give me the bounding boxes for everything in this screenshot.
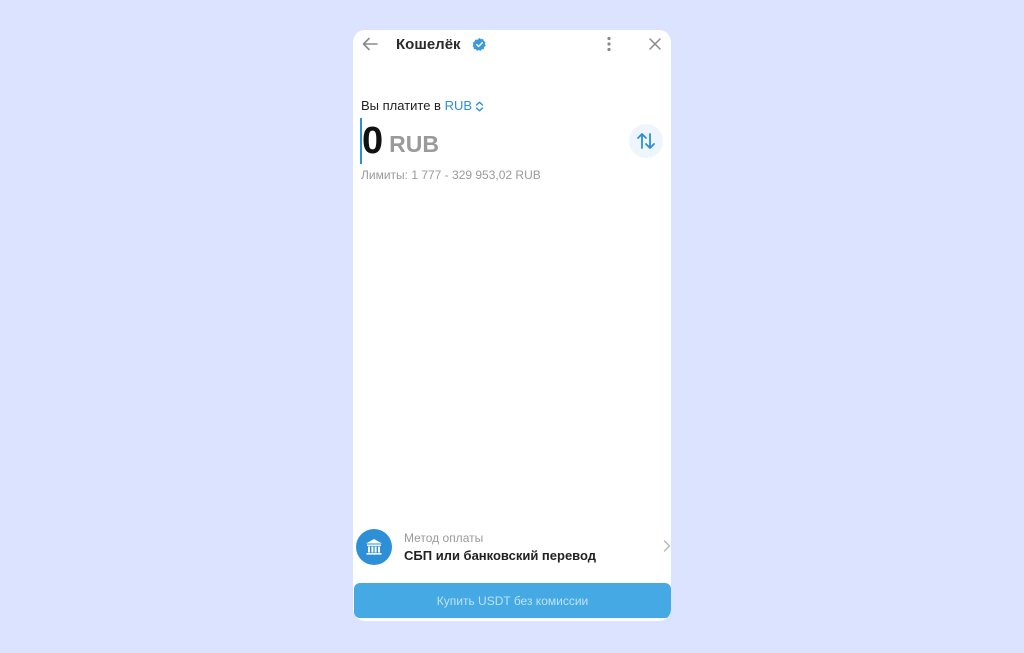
more-vertical-icon <box>607 36 611 52</box>
chevron-up-down-icon <box>475 101 484 112</box>
payment-method-label: Метод оплаты <box>404 531 484 545</box>
swap-arrows-icon <box>637 133 655 149</box>
amount-currency: RUB <box>389 131 439 157</box>
close-icon <box>649 38 661 50</box>
close-button[interactable] <box>647 36 663 52</box>
back-button[interactable] <box>361 35 379 53</box>
wallet-window: Кошелёк Вы платите в RUB 0 RUB Лимиты: 1… <box>353 30 671 621</box>
text-cursor <box>360 118 362 164</box>
arrow-left-icon <box>362 37 378 51</box>
bank-icon <box>356 529 392 565</box>
payment-method-value: СБП или банковский перевод <box>404 548 597 563</box>
payment-method-row[interactable]: Метод оплаты СБП или банковский перевод <box>353 525 671 571</box>
header: Кошелёк <box>353 30 671 60</box>
buy-usdt-button[interactable]: Купить USDT без комиссии <box>354 583 671 618</box>
currency-value: RUB <box>444 98 473 113</box>
page-title: Кошелёк <box>396 36 461 53</box>
verified-badge-icon <box>472 37 486 51</box>
limits-text: Лимиты: 1 777 - 329 953,02 RUB <box>361 168 541 182</box>
amount-input[interactable]: 0 RUB <box>360 118 439 164</box>
pay-in-line: Вы платите в RUB <box>361 98 484 113</box>
chevron-right-icon <box>663 540 671 552</box>
more-menu-button[interactable] <box>602 34 616 54</box>
swap-button[interactable] <box>629 124 663 158</box>
amount-value: 0 <box>362 120 384 162</box>
currency-select[interactable]: RUB <box>445 98 484 113</box>
pay-in-label: Вы платите в <box>361 98 441 113</box>
